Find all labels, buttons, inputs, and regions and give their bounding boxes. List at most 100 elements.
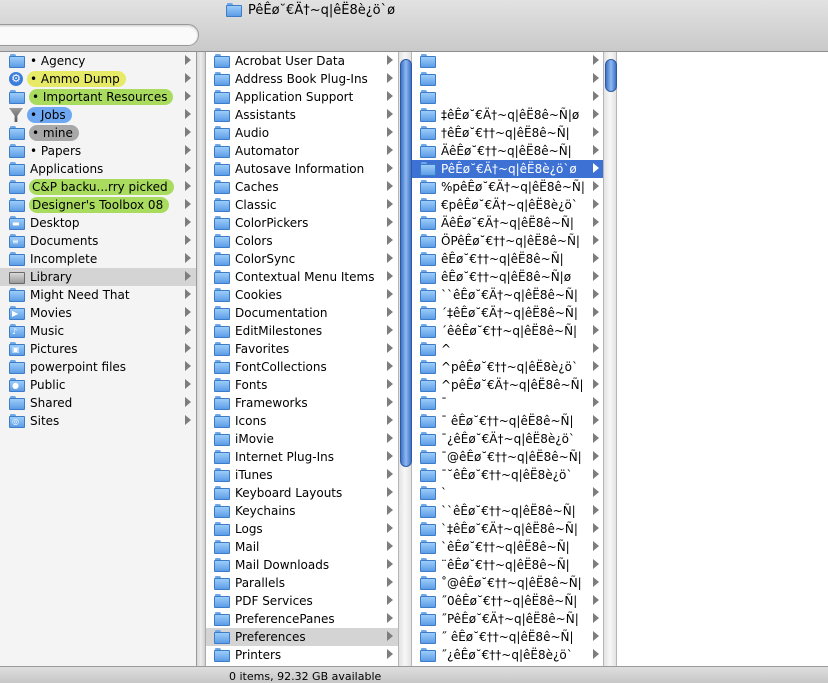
- column-item[interactable]: ÖPêÊø˘€††~q|êË8ê~Ñ|: [412, 232, 604, 250]
- column-item[interactable]: Internet Plug-Ins: [206, 448, 398, 466]
- folder-icon: [420, 234, 436, 248]
- column-item[interactable]: †êÊø˘€††~q|êË8ê~Ñ|: [412, 124, 604, 142]
- column-item[interactable]: ``êÊø˘€Ä†~q|êË8ê~Ñ|: [412, 286, 604, 304]
- column-item[interactable]: ¯ êÊø˘€††~q|êË8ê~Ñ|: [412, 412, 604, 430]
- column-item[interactable]: `êÊø˘€††~q|êË8ê~Ñ|: [412, 538, 604, 556]
- sidebar-item[interactable]: C&P backu...rry picked: [0, 178, 196, 196]
- column-item[interactable]: ´êêÊø˘€††~q|êË8ê~Ñ|: [412, 322, 604, 340]
- column-item[interactable]: [412, 52, 604, 70]
- column-item[interactable]: ^pêÊø˘€Ä†~q|êË8ê~Ñ|: [412, 376, 604, 394]
- column-item[interactable]: €pêÊø˘€Ä†~q|êË8è¿ö`: [412, 196, 604, 214]
- sidebar-item[interactable]: Designer's Toolbox 08: [0, 196, 196, 214]
- column-scrollbar[interactable]: [398, 52, 412, 666]
- sidebar-item[interactable]: • mine: [0, 124, 196, 142]
- column-item[interactable]: Autosave Information: [206, 160, 398, 178]
- column-item[interactable]: ColorSync: [206, 250, 398, 268]
- column-item[interactable]: ÄêÊø˘€Ä†~q|êË8ê~Ñ|: [412, 214, 604, 232]
- column-item[interactable]: Printers: [206, 646, 398, 664]
- column-item[interactable]: ¯: [412, 394, 604, 412]
- column-item[interactable]: ^: [412, 340, 604, 358]
- column-item[interactable]: ¯@êÊø˘€††~q|êË8ê~Ñ|: [412, 448, 604, 466]
- column-item[interactable]: ˚@êÊø˘€††~q|êË8ê~Ñ|: [412, 574, 604, 592]
- sidebar-item[interactable]: powerpoint files: [0, 358, 196, 376]
- folder-icon: [214, 612, 230, 626]
- column-item[interactable]: PreferencePanes: [206, 610, 398, 628]
- column-item[interactable]: Mail: [206, 538, 398, 556]
- column-item[interactable]: Fonts: [206, 376, 398, 394]
- column-item[interactable]: [412, 70, 604, 88]
- column-item[interactable]: Assistants: [206, 106, 398, 124]
- sidebar-item[interactable]: ● Public: [0, 376, 196, 394]
- sidebar-item-label: Movies: [30, 306, 72, 320]
- sidebar-item[interactable]: ▶ Movies: [0, 304, 196, 322]
- column-item[interactable]: Automator: [206, 142, 398, 160]
- column-item[interactable]: ^pêÊø˘€††~q|êË8è¿ö`: [412, 358, 604, 376]
- disclosure-arrow-icon: [387, 397, 393, 407]
- sidebar-item[interactable]: ▣ Pictures: [0, 340, 196, 358]
- column-item[interactable]: Keychains: [206, 502, 398, 520]
- sidebar-splitter[interactable]: [196, 52, 206, 666]
- column-item[interactable]: [412, 88, 604, 106]
- scroll-thumb[interactable]: [605, 59, 617, 92]
- column-item[interactable]: ColorPickers: [206, 214, 398, 232]
- column-item[interactable]: Address Book Plug-Ins: [206, 70, 398, 88]
- column-item[interactable]: iMovie: [206, 430, 398, 448]
- column-item[interactable]: Caches: [206, 178, 398, 196]
- column-item[interactable]: ¨êÊø˘€††~q|êË8ê~Ñ|: [412, 556, 604, 574]
- column-item[interactable]: iTunes: [206, 466, 398, 484]
- column-item[interactable]: EditMilestones: [206, 322, 398, 340]
- column-item[interactable]: Favorites: [206, 340, 398, 358]
- sidebar-item[interactable]: • Jobs: [0, 106, 196, 124]
- column-scrollbar[interactable]: [603, 52, 617, 666]
- sidebar-item[interactable]: Library: [0, 268, 196, 286]
- column-item[interactable]: ``êÊø˘€††~q|êË8ê~Ñ|: [412, 502, 604, 520]
- column-item[interactable]: êÊø˘€††~q|êË8ê~Ñ|: [412, 250, 604, 268]
- column-item[interactable]: ˝PêÊø˘€Ä†~q|êË8ê~Ñ|: [412, 610, 604, 628]
- sidebar-item[interactable]: Shared: [0, 394, 196, 412]
- column-item[interactable]: ‡êÊø˘€Ä†~q|êË8ê~Ñ|ø: [412, 106, 604, 124]
- column-item[interactable]: Application Support: [206, 88, 398, 106]
- column-item[interactable]: Contextual Menu Items: [206, 268, 398, 286]
- column-item[interactable]: ¯¿êÊø˘€Ä†~q|êË8è¿ö`: [412, 430, 604, 448]
- sidebar-item[interactable]: ⚙ • Ammo Dump: [0, 70, 196, 88]
- sidebar-item[interactable]: • Important Resources: [0, 88, 196, 106]
- sidebar-item[interactable]: ◎ Sites: [0, 412, 196, 430]
- column-item[interactable]: ´‡êÊø˘€Ä†~q|êË8ê~Ñ|: [412, 304, 604, 322]
- column-item[interactable]: êÊø˘€††~q|êË8ê~Ñ|ø: [412, 268, 604, 286]
- column-item[interactable]: Frameworks: [206, 394, 398, 412]
- column-item[interactable]: Documentation: [206, 304, 398, 322]
- column-item[interactable]: PDF Services: [206, 592, 398, 610]
- column-item[interactable]: FontCollections: [206, 358, 398, 376]
- folder-icon: [214, 198, 230, 212]
- column-item[interactable]: ˝0êÊø˘€††~q|êË8ê~Ñ|: [412, 592, 604, 610]
- column-item[interactable]: ˝¿êÊø˘€††~q|êË8è¿ö`: [412, 646, 604, 664]
- sidebar-item[interactable]: • Papers: [0, 142, 196, 160]
- sidebar-item[interactable]: ▬ Desktop: [0, 214, 196, 232]
- sidebar-item[interactable]: Might Need That: [0, 286, 196, 304]
- column-item[interactable]: `‡êÊø˘€Ä†~q|êË8ê~Ñ|: [412, 520, 604, 538]
- column-item[interactable]: ÄêÊø˘€††~q|êË8ê~Ñ|: [412, 142, 604, 160]
- column-item[interactable]: `: [412, 484, 604, 502]
- column-item[interactable]: %pêÊø˘€Ä†~q|êË8ê~Ñ|: [412, 178, 604, 196]
- column-item[interactable]: Audio: [206, 124, 398, 142]
- column-item[interactable]: ¯˘êÊø˘€††~q|êË8è¿ö`: [412, 466, 604, 484]
- column-item[interactable]: Icons: [206, 412, 398, 430]
- column-item[interactable]: Parallels: [206, 574, 398, 592]
- sidebar-item[interactable]: Incomplete: [0, 250, 196, 268]
- column-item[interactable]: Preferences: [206, 628, 398, 646]
- column-item[interactable]: Colors: [206, 232, 398, 250]
- column-item[interactable]: Classic: [206, 196, 398, 214]
- sidebar-item[interactable]: • Agency: [0, 52, 196, 70]
- column-item[interactable]: Cookies: [206, 286, 398, 304]
- sidebar-item[interactable]: Applications: [0, 160, 196, 178]
- column-item[interactable]: ˝ êÊø˘€††~q|êË8ê~Ñ|: [412, 628, 604, 646]
- column-item[interactable]: Logs: [206, 520, 398, 538]
- scroll-thumb[interactable]: [400, 59, 412, 467]
- sidebar-item[interactable]: ♪ Music: [0, 322, 196, 340]
- search-field[interactable]: [0, 24, 199, 46]
- column-item[interactable]: Acrobat User Data: [206, 52, 398, 70]
- column-item[interactable]: PêÊø˘€Ä†~q|êË8è¿ö`ø: [412, 160, 604, 178]
- sidebar-item[interactable]: ≡ Documents: [0, 232, 196, 250]
- column-item[interactable]: Keyboard Layouts: [206, 484, 398, 502]
- column-item[interactable]: Mail Downloads: [206, 556, 398, 574]
